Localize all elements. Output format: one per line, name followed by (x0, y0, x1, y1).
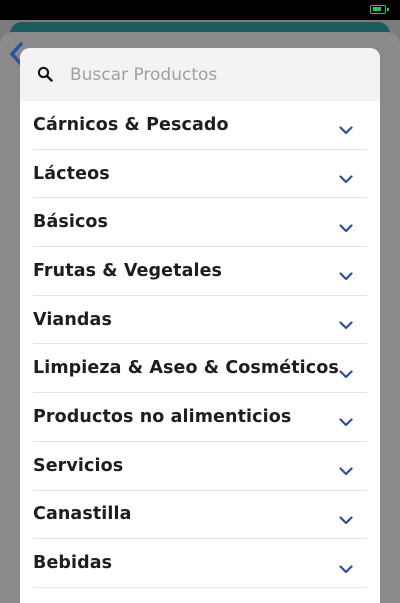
category-item-servicios[interactable]: Servicios (33, 442, 367, 491)
category-label: Productos no alimenticios (33, 406, 292, 427)
category-item-viandas[interactable]: Viandas (33, 296, 367, 345)
category-label: Lácteos (33, 163, 110, 184)
category-label: Viandas (33, 309, 112, 330)
chevron-down-icon[interactable] (339, 169, 353, 184)
chevron-down-icon[interactable] (339, 412, 353, 427)
chevron-down-icon[interactable] (339, 218, 353, 232)
category-item-productos-no-alimenticios[interactable]: Productos no alimenticios (33, 393, 367, 442)
search-bar (20, 48, 380, 101)
chevron-down-icon[interactable] (339, 120, 353, 135)
chevron-down-icon[interactable] (339, 364, 353, 378)
category-item-canastilla[interactable]: Canastilla (33, 491, 367, 540)
category-item-bebidas[interactable]: Bebidas (33, 539, 367, 588)
search-input[interactable] (70, 60, 360, 90)
category-item-frutas-vegetales[interactable]: Frutas & Vegetales (33, 247, 367, 296)
category-label: Frutas & Vegetales (33, 260, 223, 281)
battery-icon (370, 5, 389, 14)
category-label: Básicos (33, 212, 109, 233)
chevron-down-icon[interactable] (339, 510, 353, 524)
category-item-limpieza-aseo-cosmeticos[interactable]: Limpieza & Aseo & Cosméticos (33, 344, 367, 394)
category-label: Canastilla (33, 504, 132, 525)
category-item-carnicos-pescado[interactable]: Cárnicos & Pescado (33, 101, 367, 150)
category-label: Limpieza & Aseo & Cosméticos (33, 358, 339, 379)
chevron-down-icon[interactable] (339, 266, 353, 281)
chevron-down-icon[interactable] (339, 315, 353, 330)
category-list: Cárnicos & Pescado Lácteos Básicos Fruta… (33, 101, 367, 588)
category-label: Bebidas (33, 553, 113, 574)
status-bar (0, 0, 400, 20)
search-icon (37, 66, 53, 82)
chevron-down-icon[interactable] (339, 559, 353, 573)
category-label: Servicios (33, 455, 124, 476)
chevron-down-icon[interactable] (339, 461, 353, 476)
category-item-lacteos[interactable]: Lácteos (33, 150, 367, 199)
category-item-basicos[interactable]: Básicos (33, 198, 367, 248)
category-label: Cárnicos & Pescado (33, 114, 229, 135)
category-modal: Cárnicos & Pescado Lácteos Básicos Fruta… (20, 48, 380, 603)
